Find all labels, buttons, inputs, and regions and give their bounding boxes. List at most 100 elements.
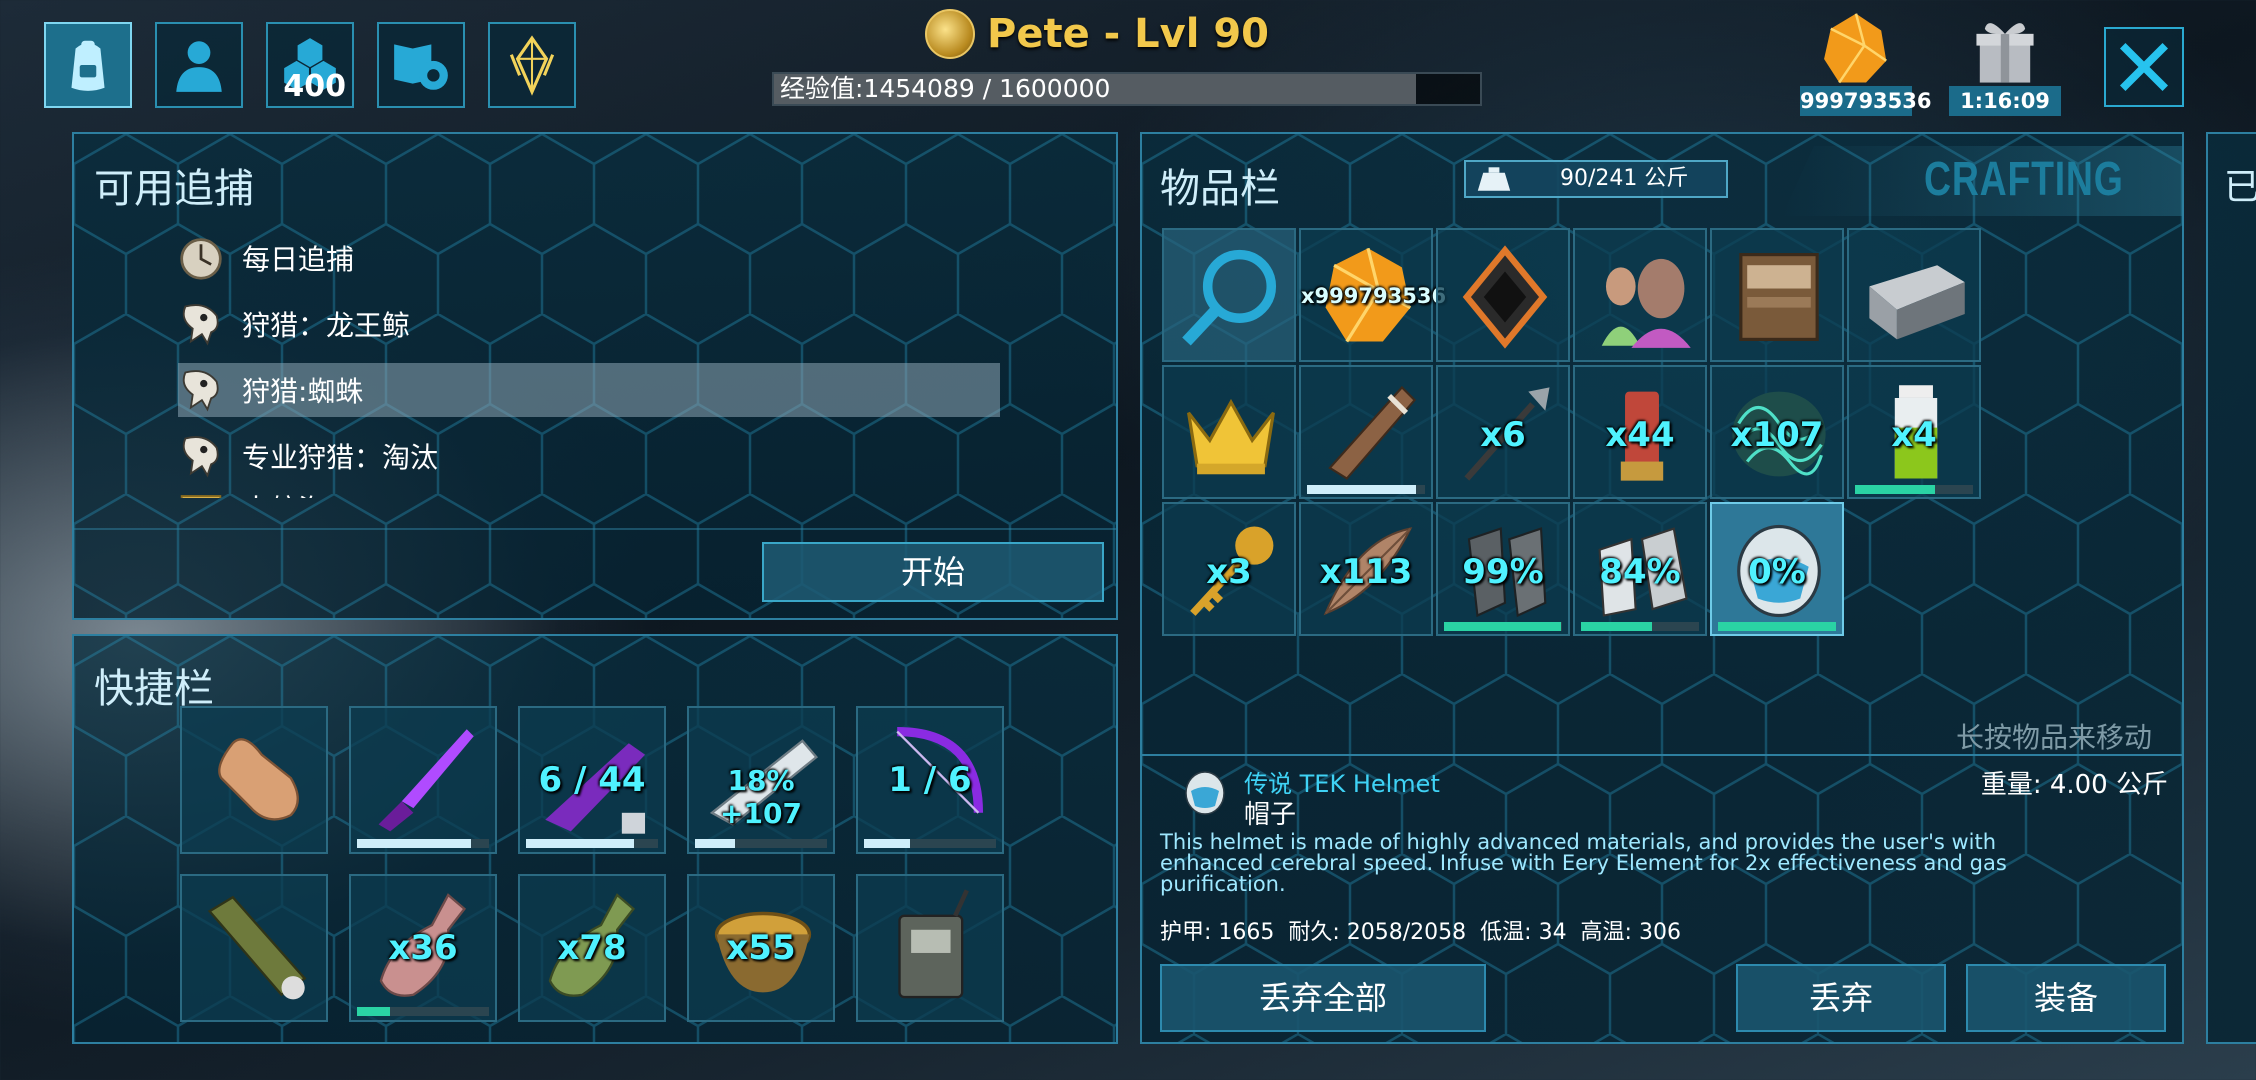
inventory-slot-feather[interactable]: x113 [1299, 502, 1433, 636]
tracking-item-leedsichthys[interactable]: 狩猎：龙王鲸 [178, 297, 410, 351]
weight-text: 90/241 公斤 [1560, 166, 1689, 191]
person-icon [176, 41, 222, 92]
close-icon [2119, 42, 2169, 92]
xp-text: 经验值:1454089 / 1600000 [780, 74, 1111, 103]
spoil-bar [1855, 485, 1973, 494]
inventory-title: 物品栏 [1160, 166, 1280, 212]
inventory-slot-character-appearance[interactable] [1573, 228, 1707, 362]
inventory-slot-fiber[interactable]: x107 [1710, 365, 1844, 499]
tracking-item-label: 专业狩猎：淘汰 [242, 441, 439, 474]
search-icon [1182, 249, 1277, 346]
player-name-level: Pete - Lvl 90 [987, 11, 1270, 57]
pocket-watch-icon [180, 238, 222, 280]
element-currency[interactable]: 999793536 [1800, 12, 1932, 116]
inventory-slot-tek-boots[interactable]: 84% [1573, 502, 1707, 636]
item-stats: 护甲: 1665 耐久: 2058/2058 低温: 34 高温: 306 [1160, 920, 1681, 945]
hotbar-slot-6[interactable] [180, 874, 328, 1022]
hotbar-panel: 快捷栏 6 / 44 18% +107 1 / 6 x36 x78 x55 [72, 634, 1118, 1044]
hotbar-slot-4[interactable]: 18% +107 [687, 706, 835, 854]
tek-helmet-icon [1185, 771, 1225, 815]
item-quantity: x4 [1891, 415, 1937, 455]
inventory-slot-workbench[interactable] [1710, 228, 1844, 362]
item-quantity: x999793536 [1301, 284, 1447, 308]
item-durability: 0% [1748, 552, 1806, 592]
hotbar-slot-7[interactable]: x36 [349, 874, 497, 1022]
inventory-slot-implant[interactable] [1436, 228, 1570, 362]
inventory-slot-crown[interactable] [1162, 365, 1296, 499]
tracking-item-voyage[interactable]: 大航海 [178, 481, 326, 498]
inventory-slot-shell[interactable]: x44 [1573, 365, 1707, 499]
side-panel-title: 已 [2224, 167, 2256, 208]
inventory-slot-spear[interactable]: x6 [1436, 365, 1570, 499]
hotbar-slot-8[interactable]: x78 [518, 874, 666, 1022]
gift-icon [1976, 23, 2034, 83]
industrial-cooker-icon [1869, 265, 1965, 340]
durability-bar [1307, 485, 1425, 494]
crafting-label: CRAFTING [1924, 153, 2124, 206]
gift-button[interactable]: 1:16:09 [1949, 12, 2061, 116]
ammo-count: 1 / 6 [888, 760, 972, 800]
close-button[interactable] [2104, 27, 2184, 107]
start-button[interactable]: 开始 [762, 542, 1104, 602]
torch-icon [1328, 385, 1417, 480]
hotbar-slot-2[interactable] [349, 706, 497, 854]
engrams-tab-button[interactable]: 400 [266, 22, 354, 108]
durability-bar [1444, 622, 1562, 631]
hotbar-slot-5[interactable]: 1 / 6 [856, 706, 1004, 854]
item-weight: 重量: 4.00 公斤 [1980, 770, 2168, 800]
inventory-tab-button[interactable] [44, 22, 132, 108]
character-tab-button[interactable] [155, 22, 243, 108]
dino-skull-icon [182, 436, 219, 478]
weight-icon [1477, 167, 1511, 191]
item-durability: 99% [1462, 552, 1544, 592]
item-quantity: x3 [1206, 552, 1252, 592]
weight-indicator: 90/241 公斤 [1464, 160, 1728, 198]
item-quantity: x6 [1480, 415, 1526, 455]
character-faces-icon [1601, 258, 1691, 348]
inventory-slot-element[interactable]: x999793536 [1299, 228, 1447, 362]
equip-button[interactable]: 装备 [1966, 964, 2166, 1032]
tek-tab-button[interactable] [488, 22, 576, 108]
tracking-item-pro-elimination[interactable]: 专业狩猎：淘汰 [178, 429, 438, 483]
inventory-slot-tek-helmet-selected[interactable]: 0% [1710, 502, 1844, 636]
inventory-search-slot[interactable] [1162, 228, 1296, 362]
ticket-icon [180, 495, 222, 498]
item-quantity: x36 [388, 928, 458, 968]
drop-all-button[interactable]: 丢弃全部 [1160, 964, 1486, 1032]
radio-icon [898, 889, 969, 999]
drop-button[interactable]: 丢弃 [1736, 964, 1946, 1032]
tracking-item-label: 每日追捕 [242, 243, 355, 276]
item-quantity: x113 [1319, 552, 1413, 592]
book-gear-icon [394, 44, 448, 90]
inventory-slot-skull-key[interactable]: x3 [1162, 502, 1296, 636]
ammo-count: 18% +107 [720, 764, 802, 830]
settings-tab-button[interactable] [377, 22, 465, 108]
inventory-slot-industrial-cooker[interactable] [1847, 228, 1981, 362]
crafting-tab[interactable]: CRAFTING [1782, 146, 2182, 216]
hand-icon [218, 738, 299, 821]
item-type: 帽子 [1244, 800, 1297, 830]
tracking-item-label: 狩猎：龙王鲸 [242, 309, 411, 342]
tracking-item-daily[interactable]: 每日追捕 [178, 231, 354, 285]
inventory-slot-tek-gloves[interactable]: 99% [1436, 502, 1570, 636]
tracking-panel: 可用追捕 每日追捕 狩猎：龙王鲸 狩猎:蜘蛛 专业狩猎：淘汰 开始 [72, 132, 1118, 620]
details-divider [1142, 754, 2182, 756]
backpack-icon [71, 40, 105, 91]
side-panel-partial: 已 [2206, 132, 2256, 1044]
tracking-item-spider-selected[interactable]: 狩猎:蜘蛛 [178, 363, 1000, 417]
hotbar-slot-9[interactable]: x55 [687, 874, 835, 1022]
tek-sword-icon [378, 729, 474, 832]
hotbar-slot-3[interactable]: 6 / 44 [518, 706, 666, 854]
hotbar-slot-1[interactable] [180, 706, 328, 854]
inventory-slot-green-potion[interactable]: x4 [1847, 365, 1981, 499]
gift-timer: 1:16:09 [1949, 86, 2061, 116]
inventory-panel: 物品栏 90/241 公斤 CRAFTING x999793536 x6 x44… [1140, 132, 2184, 1044]
dino-skull-icon [182, 370, 219, 412]
workbench-icon [1739, 253, 1819, 341]
durability-bar [1581, 622, 1699, 631]
tracking-title: 可用追捕 [94, 166, 254, 212]
engram-points: 400 [283, 69, 346, 104]
hotbar-slot-10[interactable] [856, 874, 1004, 1022]
inventory-slot-torch[interactable] [1299, 365, 1433, 499]
item-quantity: x44 [1605, 415, 1675, 455]
